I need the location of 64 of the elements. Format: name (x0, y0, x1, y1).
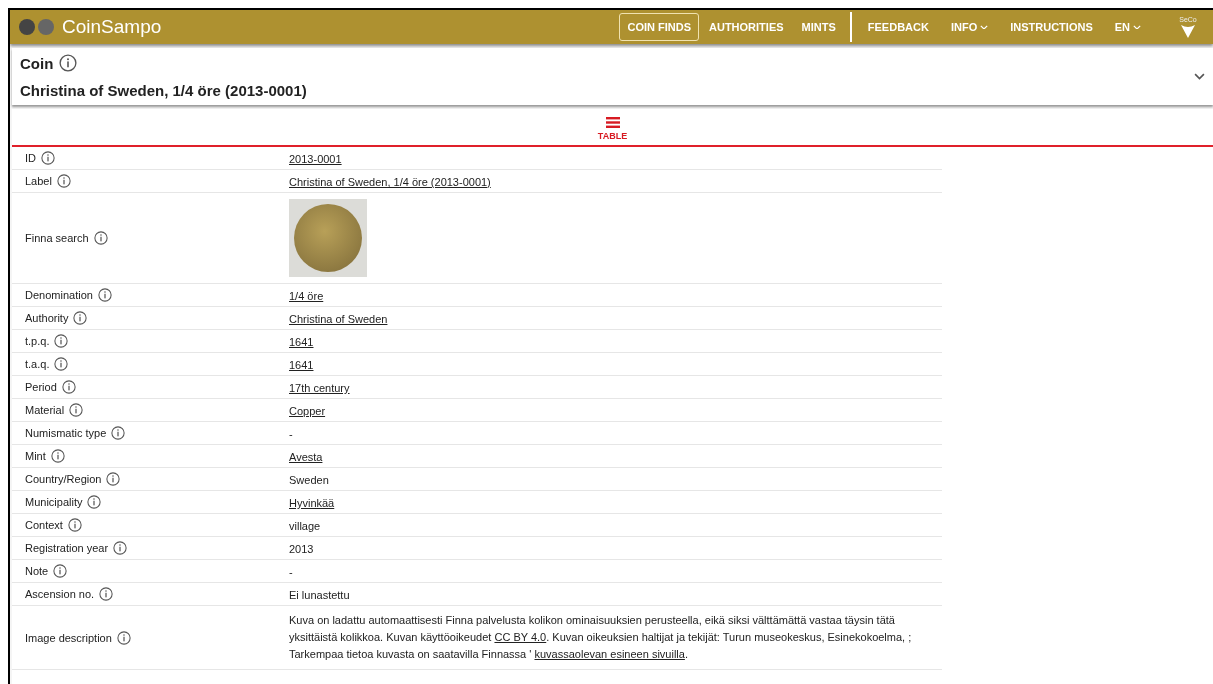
property-label: Mint (25, 450, 46, 462)
value-text: village (289, 520, 321, 532)
value-link[interactable]: 1641 (289, 336, 314, 348)
info-icon[interactable] (97, 288, 112, 302)
property-label: Ascension no. (25, 588, 95, 600)
value-link[interactable]: Christina of Sweden (289, 313, 388, 325)
info-icon[interactable] (53, 564, 68, 578)
property-label: Note (25, 565, 49, 577)
value-link[interactable]: Hyvinkää (289, 497, 335, 509)
coin-photo-placeholder[interactable] (289, 199, 367, 277)
property-label: Label (25, 175, 52, 187)
info-icon[interactable] (93, 231, 108, 245)
image-description-text: Kuva on ladattu automaattisesti Finna palvelusta kolikon ominaisuuksien perusteella, eikä siksi välttämättä vastaa täysin tätä yksittäistä kolikkoa. Kuvan käyttöoikeudet CC BY 4.0. Kuvan oikeuksien haltijat ja tekijät: Turun museokeskus, Esinekokoelma, ; Tarkempaa tietoa kuvasta on saatavilla Finnassa ' kuvassaolevan esineen sivuilla. (289, 613, 913, 662)
entity-type-text: Coin (20, 54, 54, 72)
menu-icon (605, 117, 620, 128)
coins-logo-icon (18, 18, 56, 36)
info-icon[interactable] (69, 403, 84, 417)
property-label: Period (25, 381, 57, 393)
info-icon[interactable] (61, 380, 76, 394)
seco-logo-icon (1180, 22, 1196, 39)
info-icon[interactable] (116, 630, 131, 645)
caret-icon (1133, 24, 1141, 30)
value-text: - (289, 566, 293, 578)
property-label: Country/Region (25, 473, 102, 485)
property-label: Image description (25, 631, 112, 644)
value-text: - (289, 428, 293, 440)
info-icon[interactable] (54, 334, 69, 348)
property-label: Municipality (25, 496, 83, 508)
value-link[interactable]: Copper (289, 405, 326, 417)
coin-title: Christina of Sweden, 1/4 öre (2013-0001) (20, 82, 308, 99)
description-link[interactable]: kuvassaolevan esineen sivuilla (534, 648, 685, 660)
property-label: ID (25, 152, 36, 164)
info-icon[interactable] (50, 449, 65, 463)
value-link[interactable]: Christina of Sweden, 1/4 öre (2013-0001) (289, 176, 491, 188)
property-label: Denomination (25, 289, 93, 301)
value-text: 2013 (289, 543, 314, 555)
info-icon[interactable] (54, 357, 69, 371)
info-icon[interactable] (99, 587, 114, 601)
info-icon[interactable] (73, 311, 88, 325)
value-text: Ei lunastettu (289, 589, 350, 601)
info-icon[interactable] (41, 151, 55, 165)
info-icon[interactable] (111, 426, 126, 440)
property-label: Numismatic type (25, 427, 107, 439)
value-link[interactable]: 2013-0001 (289, 153, 342, 165)
property-label: Finna search (25, 232, 89, 244)
info-icon[interactable] (113, 541, 128, 555)
info-icon[interactable] (87, 495, 102, 509)
value-link[interactable]: Avesta (289, 451, 323, 463)
property-label: Authority (25, 312, 69, 324)
expand-icon (1194, 73, 1205, 80)
caret-icon (980, 24, 989, 30)
property-label: Material (25, 404, 65, 416)
property-label: t.a.q. (25, 358, 50, 370)
info-icon[interactable] (67, 518, 82, 532)
value-link[interactable]: 1/4 öre (289, 290, 324, 302)
property-label: t.p.q. (25, 335, 50, 347)
property-label: Context (25, 519, 63, 531)
info-icon[interactable] (106, 472, 121, 486)
value-link[interactable]: 1641 (289, 359, 314, 371)
property-label: Registration year (25, 542, 109, 554)
info-icon[interactable] (56, 174, 71, 188)
info-icon[interactable] (59, 54, 78, 72)
value-text: Sweden (289, 474, 329, 486)
value-link[interactable]: 17th century (289, 382, 350, 394)
